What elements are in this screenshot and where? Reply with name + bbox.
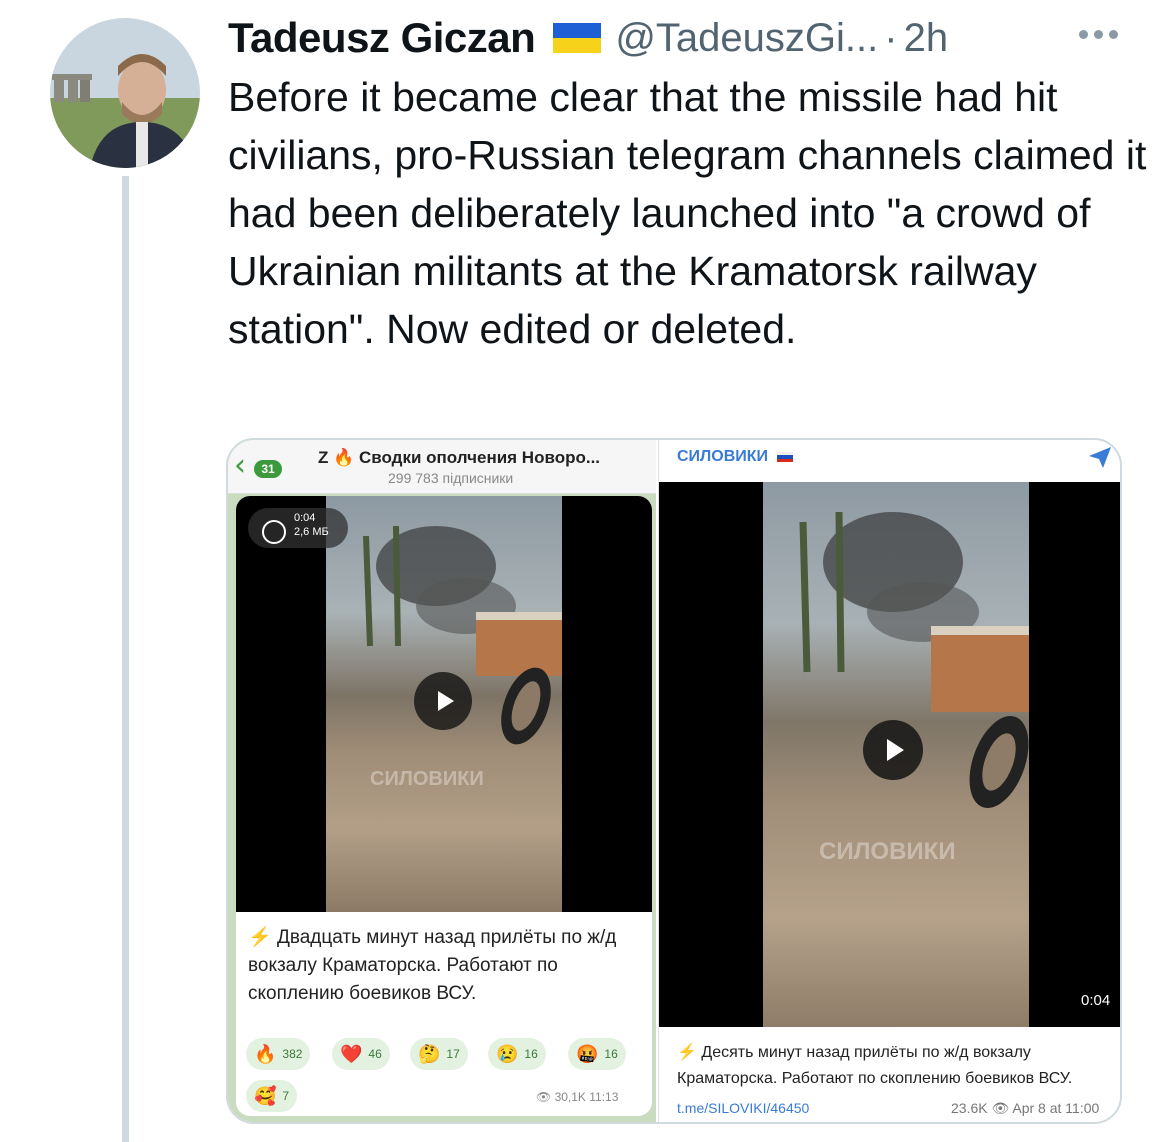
thinking-face-icon: 🤔 [418, 1044, 441, 1064]
reaction-love[interactable]: 🥰 7 [246, 1080, 298, 1112]
right-message-text: ⚡ Десять минут назад прилёты по ж/д вокз… [677, 1040, 1117, 1092]
lightning-icon: ⚡ [248, 927, 272, 948]
lightning-icon: ⚡ [677, 1044, 697, 1061]
left-video-size: 2,6 МБ [294, 526, 329, 538]
left-video-duration: 0:04 [294, 512, 316, 524]
reaction-fire[interactable]: 🔥 382 [246, 1038, 311, 1070]
right-views-date: 23.6K 👁 Apr 8 at 11:00 [951, 1100, 1100, 1116]
tweet-text: Before it became clear that the missile … [228, 74, 1147, 352]
left-play-icon[interactable] [414, 672, 472, 730]
reaction-count: 16 [604, 1047, 618, 1061]
right-video: СИЛОВИКИ 0:04 [659, 482, 1120, 1027]
thread-line [122, 176, 129, 1142]
left-message-bubble: СИЛОВИКИ 0:04 2,6 МБ ⚡ Двадцать минут на… [236, 496, 652, 1116]
left-telegram-screenshot: ‹ 31 Z 🔥 Сводки ополчения Новоро... 299 … [228, 440, 656, 1122]
reaction-crying[interactable]: 😢 16 [488, 1038, 546, 1070]
separator: · [884, 15, 898, 60]
left-watermark: СИЛОВИКИ [370, 768, 484, 790]
reaction-count: 46 [368, 1047, 382, 1061]
right-telegram-screenshot: СИЛОВИКИ СИЛОВИКИ 0:04 ⚡ Десять минут на… [658, 440, 1120, 1122]
display-name[interactable]: Tadeusz Giczan [228, 14, 536, 62]
left-channel-header: ‹ 31 Z 🔥 Сводки ополчения Новоро... 299 … [228, 440, 656, 494]
tweet-media-image[interactable]: ‹ 31 Z 🔥 Сводки ополчения Новоро... 299 … [226, 438, 1122, 1124]
left-message-body: Двадцать минут назад прилёты по ж/д вокз… [248, 927, 617, 1004]
fire-icon: 🔥 [254, 1044, 277, 1064]
angry-face-icon: 🤬 [576, 1044, 599, 1064]
crying-face-icon: 😢 [496, 1044, 519, 1064]
ukraine-flag-icon [553, 23, 602, 53]
back-arrow-icon: ‹ [234, 448, 246, 483]
left-video: СИЛОВИКИ 0:04 2,6 МБ [236, 496, 652, 912]
reaction-count: 382 [282, 1047, 303, 1061]
right-watermark: СИЛОВИКИ [819, 838, 956, 865]
more-options-icon[interactable] [1072, 22, 1124, 46]
right-channel-name: СИЛОВИКИ [677, 448, 793, 466]
heart-icon: ❤️ [340, 1044, 363, 1064]
reaction-angry[interactable]: 🤬 16 [568, 1038, 626, 1070]
smiling-hearts-icon: 🥰 [254, 1086, 277, 1106]
tweet-header: Tadeusz Giczan @TadeuszGi... · 2h [228, 10, 1128, 66]
right-message-body: Десять минут назад прилёты по ж/д вокзал… [677, 1044, 1073, 1087]
left-channel-title: Z 🔥 Сводки ополчения Новоро... [318, 448, 601, 467]
right-channel-label: СИЛОВИКИ [677, 448, 769, 465]
avatar-photo [50, 18, 200, 168]
avatar[interactable] [50, 18, 200, 168]
tweet-timestamp[interactable]: 2h [904, 16, 949, 61]
reaction-thinking[interactable]: 🤔 17 [410, 1038, 468, 1070]
left-views-time: 👁 30,1K 11:13 [536, 1090, 619, 1104]
right-play-icon[interactable] [863, 720, 923, 780]
left-message-text: ⚡ Двадцать минут назад прилёты по ж/д во… [248, 924, 644, 1008]
unread-badge: 31 [254, 460, 282, 478]
user-handle[interactable]: @TadeuszGi... [615, 16, 878, 61]
share-icon[interactable] [1087, 444, 1113, 470]
reaction-heart[interactable]: ❤️ 46 [332, 1038, 390, 1070]
right-video-duration: 0:04 [1081, 992, 1111, 1009]
russia-flag-icon [776, 451, 793, 462]
reaction-count: 17 [446, 1047, 460, 1061]
download-button[interactable]: 0:04 2,6 МБ [248, 508, 348, 548]
left-channel-subscribers: 299 783 підписники [388, 470, 514, 486]
reactions-bar: 🔥 382 ❤️ 46 🤔 17 😢 16 🤬 16 🥰 7 [246, 1038, 646, 1112]
right-post-link[interactable]: t.me/SILOVIKI/46450 [677, 1100, 809, 1116]
download-icon [262, 520, 286, 544]
reaction-count: 16 [524, 1047, 538, 1061]
reaction-count: 7 [282, 1089, 290, 1103]
